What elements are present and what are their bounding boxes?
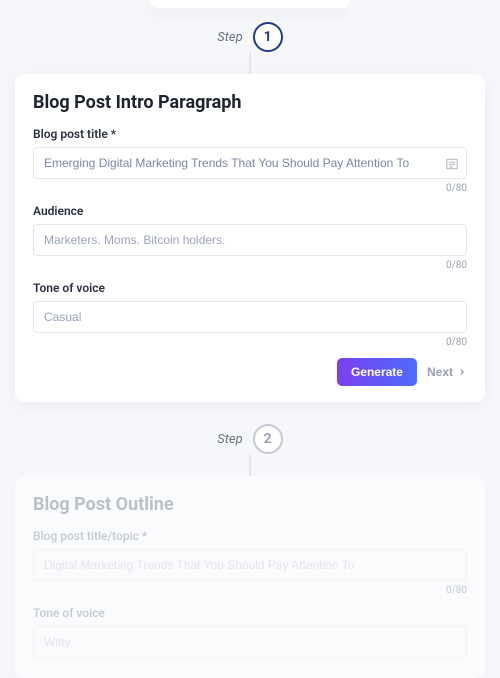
previous-card-edge [150,0,350,8]
outline-tone-label: Tone of voice [33,606,467,620]
step-connector [249,52,251,74]
step-indicator-1: Step 1 [217,22,282,52]
step-label: Step [217,30,242,45]
audience-input[interactable] [33,224,467,256]
chevron-right-icon [457,367,467,377]
outline-card: Blog Post Outline Blog post title/topic … [15,476,485,678]
text-input-icon [445,156,459,170]
step-number-2: 2 [253,424,283,454]
card-actions: Generate Next [33,358,467,386]
outline-title-label: Blog post title/topic * [33,529,467,543]
step-indicator-2: Step 2 [217,424,282,454]
outline-title-input[interactable] [33,549,467,581]
next-button-label: Next [427,365,453,379]
next-button[interactable]: Next [427,365,467,379]
outline-tone-input[interactable] [33,626,467,658]
card-title: Blog Post Outline [33,494,467,515]
intro-paragraph-card: Blog Post Intro Paragraph Blog post titl… [15,74,485,402]
blog-title-label: Blog post title * [33,127,467,141]
audience-counter: 0/80 [33,260,467,271]
step-label: Step [217,432,242,447]
step-connector [249,454,251,476]
tone-label: Tone of voice [33,281,467,295]
tone-input[interactable] [33,301,467,333]
generate-button[interactable]: Generate [337,358,417,386]
card-title: Blog Post Intro Paragraph [33,92,467,113]
step-number-1: 1 [253,22,283,52]
audience-label: Audience [33,204,467,218]
blog-title-counter: 0/80 [33,183,467,194]
tone-counter: 0/80 [33,337,467,348]
outline-title-counter: 0/80 [33,585,467,596]
blog-title-input[interactable] [33,147,467,179]
